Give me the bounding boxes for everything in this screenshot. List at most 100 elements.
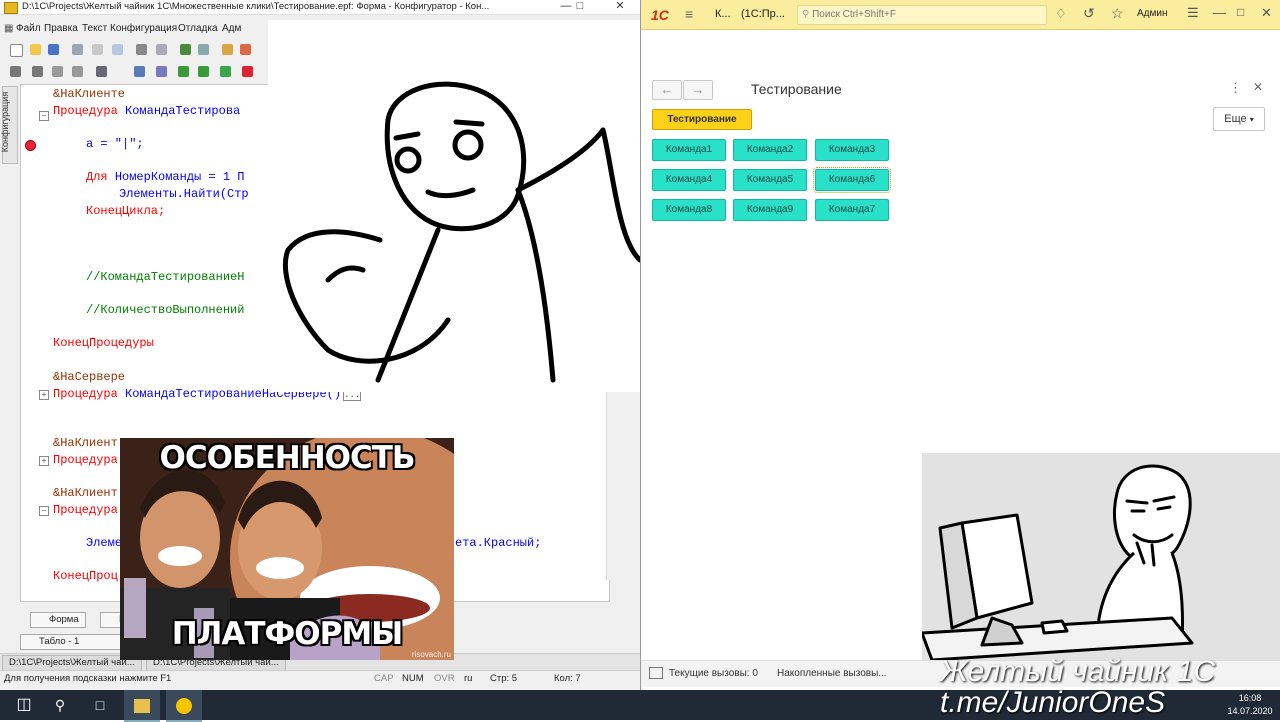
menu-configuration[interactable]: Конфигурация [110, 23, 177, 34]
configurator-app-icon [4, 2, 18, 14]
command-button[interactable]: Команда3 [815, 139, 889, 161]
tab-title[interactable]: (1С:Пр... [741, 8, 785, 20]
redo-icon[interactable] [198, 44, 209, 55]
uncomment-icon[interactable] [198, 66, 209, 77]
configuration-side-tab[interactable]: Конфигурация [0, 86, 18, 164]
fold-toggle-icon[interactable]: + [39, 390, 49, 400]
code-line: ета.Красный; [455, 536, 542, 550]
search-icon[interactable]: ⚲ [42, 690, 78, 720]
back-button[interactable]: ← [652, 80, 682, 100]
save-icon[interactable] [48, 44, 59, 55]
menubar: ▦ Файл Правка Текст Конфигурация Отладка… [0, 20, 268, 38]
search-placeholder: Поиск Ctrl+Shift+F [812, 9, 896, 20]
block-icon[interactable] [72, 66, 83, 77]
goto-icon[interactable] [134, 66, 145, 77]
minimize-icon[interactable]: — [1213, 5, 1226, 20]
command-button[interactable]: Команда9 [733, 199, 807, 221]
tab-form[interactable]: Форма [30, 612, 86, 628]
side-tab-label: Конфигурация [0, 91, 11, 153]
configurator-taskbar-icon[interactable] [124, 690, 160, 722]
menu-text[interactable]: Текст [82, 23, 107, 34]
code-line: Процедура [53, 453, 118, 467]
tab-short[interactable]: К... [715, 8, 731, 20]
1c-logo: 1С [651, 7, 669, 23]
indent-icon[interactable] [10, 66, 21, 77]
more-vertical-icon[interactable]: ⋮ [1229, 80, 1242, 96]
close-icon[interactable]: ✕ [606, 0, 634, 14]
menu-edit[interactable]: Правка [44, 23, 78, 34]
status-accumulated-calls: Накопленные вызовы... [777, 668, 887, 679]
command-button[interactable]: Команда4 [652, 169, 726, 191]
status-col: Кол: 7 [554, 673, 581, 684]
bookmark-icon[interactable] [156, 66, 167, 77]
comment-icon[interactable] [178, 66, 189, 77]
status-bar: Для получения подсказки нажмите F1 CAP N… [0, 670, 640, 687]
format-icon[interactable] [52, 66, 63, 77]
copy-icon[interactable] [92, 44, 103, 55]
replace-icon[interactable] [240, 44, 251, 55]
forward-button[interactable]: → [683, 80, 713, 100]
code-identifier: КомандаТестирова [125, 104, 241, 118]
1c-enterprise-icon [176, 698, 192, 715]
shrug-drawing [282, 81, 643, 383]
status-current-calls: Текущие вызовы: 0 [669, 668, 758, 679]
syntax-check-icon[interactable] [220, 66, 231, 77]
configurator-title: D:\1C\Projects\Желтый чайник 1С\Множеств… [22, 1, 490, 12]
windows-start-icon[interactable]: ◫ [6, 690, 42, 720]
command-button[interactable]: Команда2 [733, 139, 807, 161]
command-button[interactable]: Команда8 [652, 199, 726, 221]
find-icon[interactable] [222, 44, 233, 55]
outdent-icon[interactable] [32, 66, 43, 77]
calls-icon[interactable] [649, 667, 663, 679]
settings-icon[interactable]: ☰ [1187, 5, 1199, 21]
history-icon[interactable]: ↺ [1083, 5, 1095, 22]
code-line: Для НомерКоманды = 1 П [86, 170, 244, 184]
breakpoint-icon[interactable] [242, 66, 253, 77]
command-button[interactable]: Команда5 [733, 169, 807, 191]
fold-toggle-icon[interactable]: + [39, 456, 49, 466]
menu-lines-icon[interactable]: ≡ [685, 6, 693, 22]
paste-icon[interactable] [112, 44, 123, 55]
test-button[interactable]: Тестирование [652, 109, 752, 130]
code-line: КонецЦикла; [86, 204, 166, 218]
meme-shrug-image [268, 20, 643, 392]
search-icon: ⚲ [802, 9, 810, 20]
command-button[interactable]: Команда1 [652, 139, 726, 161]
maximize-icon[interactable]: □ [1237, 5, 1244, 19]
fold-toggle-icon[interactable]: − [39, 111, 49, 121]
code-line-current: а = "|"; [86, 137, 144, 151]
star-icon[interactable]: ☆ [1111, 5, 1124, 22]
meme-bottom-caption: ПЛАТФОРМЫ [171, 616, 404, 652]
undo-icon[interactable] [180, 44, 191, 55]
open-icon[interactable] [30, 44, 41, 55]
meme-computer-guy-image [920, 453, 1280, 662]
enterprise-taskbar-icon[interactable] [166, 690, 202, 722]
close-icon[interactable]: ✕ [1261, 5, 1272, 21]
brand-link: t.me/JuniorOneS [940, 686, 1166, 719]
menu-admin[interactable]: Адм [222, 23, 241, 34]
status-cap: CAP [374, 673, 394, 684]
fold-toggle-icon[interactable]: − [39, 506, 49, 516]
code-keyword: Процедура [53, 387, 118, 401]
maximize-icon[interactable]: □ [566, 0, 594, 14]
command-button-focused[interactable]: Команда6 [813, 167, 891, 193]
print-icon[interactable] [136, 44, 147, 55]
menu-file[interactable]: Файл [16, 23, 41, 34]
search-input[interactable]: ⚲ Поиск Ctrl+Shift+F [797, 5, 1047, 25]
task-view-icon[interactable]: □ [82, 690, 118, 720]
code-line: КонецПроц [53, 569, 118, 583]
wizard-icon[interactable] [96, 66, 107, 77]
more-button[interactable]: Еще ▾ [1213, 107, 1265, 131]
bell-icon[interactable]: ♢ [1055, 6, 1067, 22]
menu-debug[interactable]: Отладка [178, 23, 218, 34]
form-close-icon[interactable]: ✕ [1253, 80, 1263, 94]
preview-icon[interactable] [156, 44, 167, 55]
cut-icon[interactable] [72, 44, 83, 55]
user-name[interactable]: Админ [1137, 8, 1168, 19]
breakpoint-marker-icon[interactable] [25, 140, 36, 151]
taskbar-clock[interactable]: 16:08 14.07.2020 [1224, 690, 1276, 722]
tablo-tab[interactable]: Табло - 1 [20, 634, 130, 650]
command-button[interactable]: Команда7 [815, 199, 889, 221]
menu-system-icon[interactable]: ▦ [4, 23, 13, 34]
new-icon[interactable] [10, 44, 23, 57]
